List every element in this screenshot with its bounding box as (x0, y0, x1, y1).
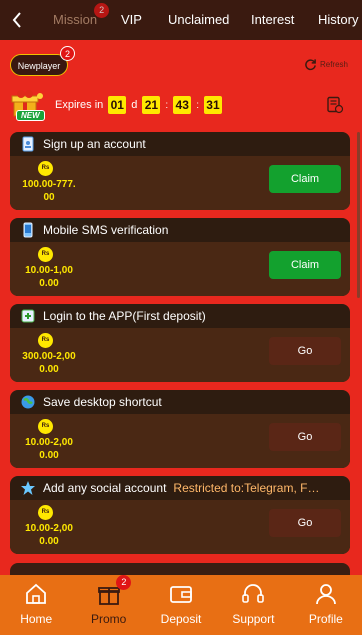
tab-label: Mission (53, 12, 98, 27)
task-header: Save desktop shortcut (10, 390, 350, 414)
task-body: Rs 10.00-1,00 0.00 Claim (10, 242, 350, 296)
expires-countdown: Expires in 01 d 21 : 43 : 31 (55, 96, 222, 114)
task-title: Save desktop shortcut (43, 395, 162, 409)
newplayer-badge: 2 (60, 46, 75, 61)
rupee-coin-icon: Rs (38, 161, 53, 176)
tab-vip[interactable]: VIP (121, 0, 142, 40)
countdown-seconds: 31 (203, 96, 222, 114)
tab-unclaimed[interactable]: Unclaimed (168, 0, 229, 40)
tab-badge: 2 (94, 3, 110, 18)
task-body: Rs 300.00-2,00 0.00 Go (10, 328, 350, 382)
scrollbar[interactable] (357, 132, 360, 298)
tab-mission[interactable]: Mission 2 (53, 0, 110, 40)
refresh-label: Refresh (319, 60, 348, 69)
task-title: Mobile SMS verification (43, 223, 169, 237)
restricted-note: Restricted to:Telegram, F… (173, 481, 320, 495)
time-separator: : (165, 99, 169, 111)
nav-label: Promo (90, 612, 127, 626)
task-title: Sign up an account (43, 137, 146, 151)
task-header: Login to the APP(First deposit) (10, 304, 350, 328)
chevron-left-icon (12, 12, 21, 28)
nav-support[interactable]: Support (217, 575, 289, 635)
countdown-minutes: 43 (173, 96, 192, 114)
go-button[interactable]: Go (269, 423, 341, 451)
newplayer-pill[interactable]: Newplayer 2 (10, 46, 75, 76)
task-body: Rs 100.00-777. 00 Claim (10, 156, 350, 210)
globe-icon (21, 395, 35, 409)
nav-home[interactable]: Home (0, 575, 72, 635)
claim-button[interactable]: Claim (269, 251, 341, 279)
countdown-days: 01 (108, 96, 127, 114)
rupee-coin-icon: Rs (38, 505, 53, 520)
nav-label: Home (20, 612, 53, 626)
rupee-coin-icon: Rs (38, 419, 53, 434)
home-icon (26, 583, 47, 604)
task-body: Rs 10.00-2,00 0.00 Go (10, 414, 350, 468)
task-card: Add any social account Restricted to:Tel… (10, 476, 350, 554)
task-header: Sign up an account (10, 132, 350, 156)
bottom-nav: Home 2 Promo Deposit Support Profile (0, 575, 362, 635)
task-card: Save desktop shortcut Rs 10.00-2,00 0.00 … (10, 390, 350, 468)
wallet-icon (170, 586, 192, 603)
task-card: Login to the APP(First deposit) Rs 300.0… (10, 304, 350, 382)
headset-icon (242, 584, 265, 603)
task-body: Rs 10.00-2,00 0.00 Go (10, 500, 350, 554)
nav-label: Support (232, 612, 275, 626)
rules-document-icon[interactable] (326, 96, 344, 114)
reward-amount: 100.00-777. 00 (22, 179, 76, 203)
task-header: Add any social account Restricted to:Tel… (10, 476, 350, 500)
phone-user-icon (22, 136, 34, 152)
time-separator: : (196, 99, 199, 111)
nav-deposit[interactable]: Deposit (145, 575, 217, 635)
task-title: Add any social account (43, 481, 167, 495)
nav-label: Deposit (160, 612, 202, 626)
reward-amount: 10.00-2,00 0.00 (25, 523, 73, 547)
task-card: Sign up an account Rs 100.00-777. 00 Clai… (10, 132, 350, 210)
refresh-icon (305, 59, 316, 71)
reward-amount: 300.00-2,00 0.00 (22, 351, 76, 375)
promo-badge: 2 (116, 575, 132, 590)
back-button[interactable] (6, 8, 28, 32)
refresh-button[interactable]: Refresh (304, 58, 348, 71)
tab-label: Interest (251, 12, 295, 27)
reward-amount: 10.00-2,00 0.00 (25, 437, 73, 461)
tab-history[interactable]: History (318, 0, 358, 40)
user-icon (315, 584, 336, 605)
social-icon (21, 481, 35, 495)
newplayer-label: Newplayer (17, 61, 61, 71)
go-button[interactable]: Go (269, 337, 341, 365)
tab-label: VIP (121, 12, 142, 27)
expires-label: Expires in (55, 99, 104, 111)
tab-label: History (318, 12, 359, 27)
countdown-hours: 21 (142, 96, 161, 114)
tab-interest[interactable]: Interest (251, 0, 294, 40)
task-card: Mobile SMS verification Rs 10.00-1,00 0.0… (10, 218, 350, 296)
app-login-icon (21, 309, 35, 323)
rupee-coin-icon: Rs (38, 333, 53, 348)
new-tag: NEW (16, 110, 45, 121)
nav-label: Profile (308, 612, 343, 626)
top-nav: Mission 2 VIP Unclaimed Interest History (0, 0, 362, 40)
reward-amount: 10.00-1,00 0.00 (25, 265, 73, 289)
rupee-coin-icon: Rs (38, 247, 53, 262)
task-title: Login to the APP(First deposit) (43, 309, 206, 323)
claim-button[interactable]: Claim (269, 165, 341, 193)
go-button[interactable]: Go (269, 509, 341, 537)
task-header: Mobile SMS verification (10, 218, 350, 242)
nav-promo[interactable]: 2 Promo (72, 575, 144, 635)
nav-profile[interactable]: Profile (290, 575, 362, 635)
tab-label: Unclaimed (168, 12, 230, 27)
mobile-sms-icon (23, 222, 33, 238)
day-unit: d (131, 99, 138, 111)
